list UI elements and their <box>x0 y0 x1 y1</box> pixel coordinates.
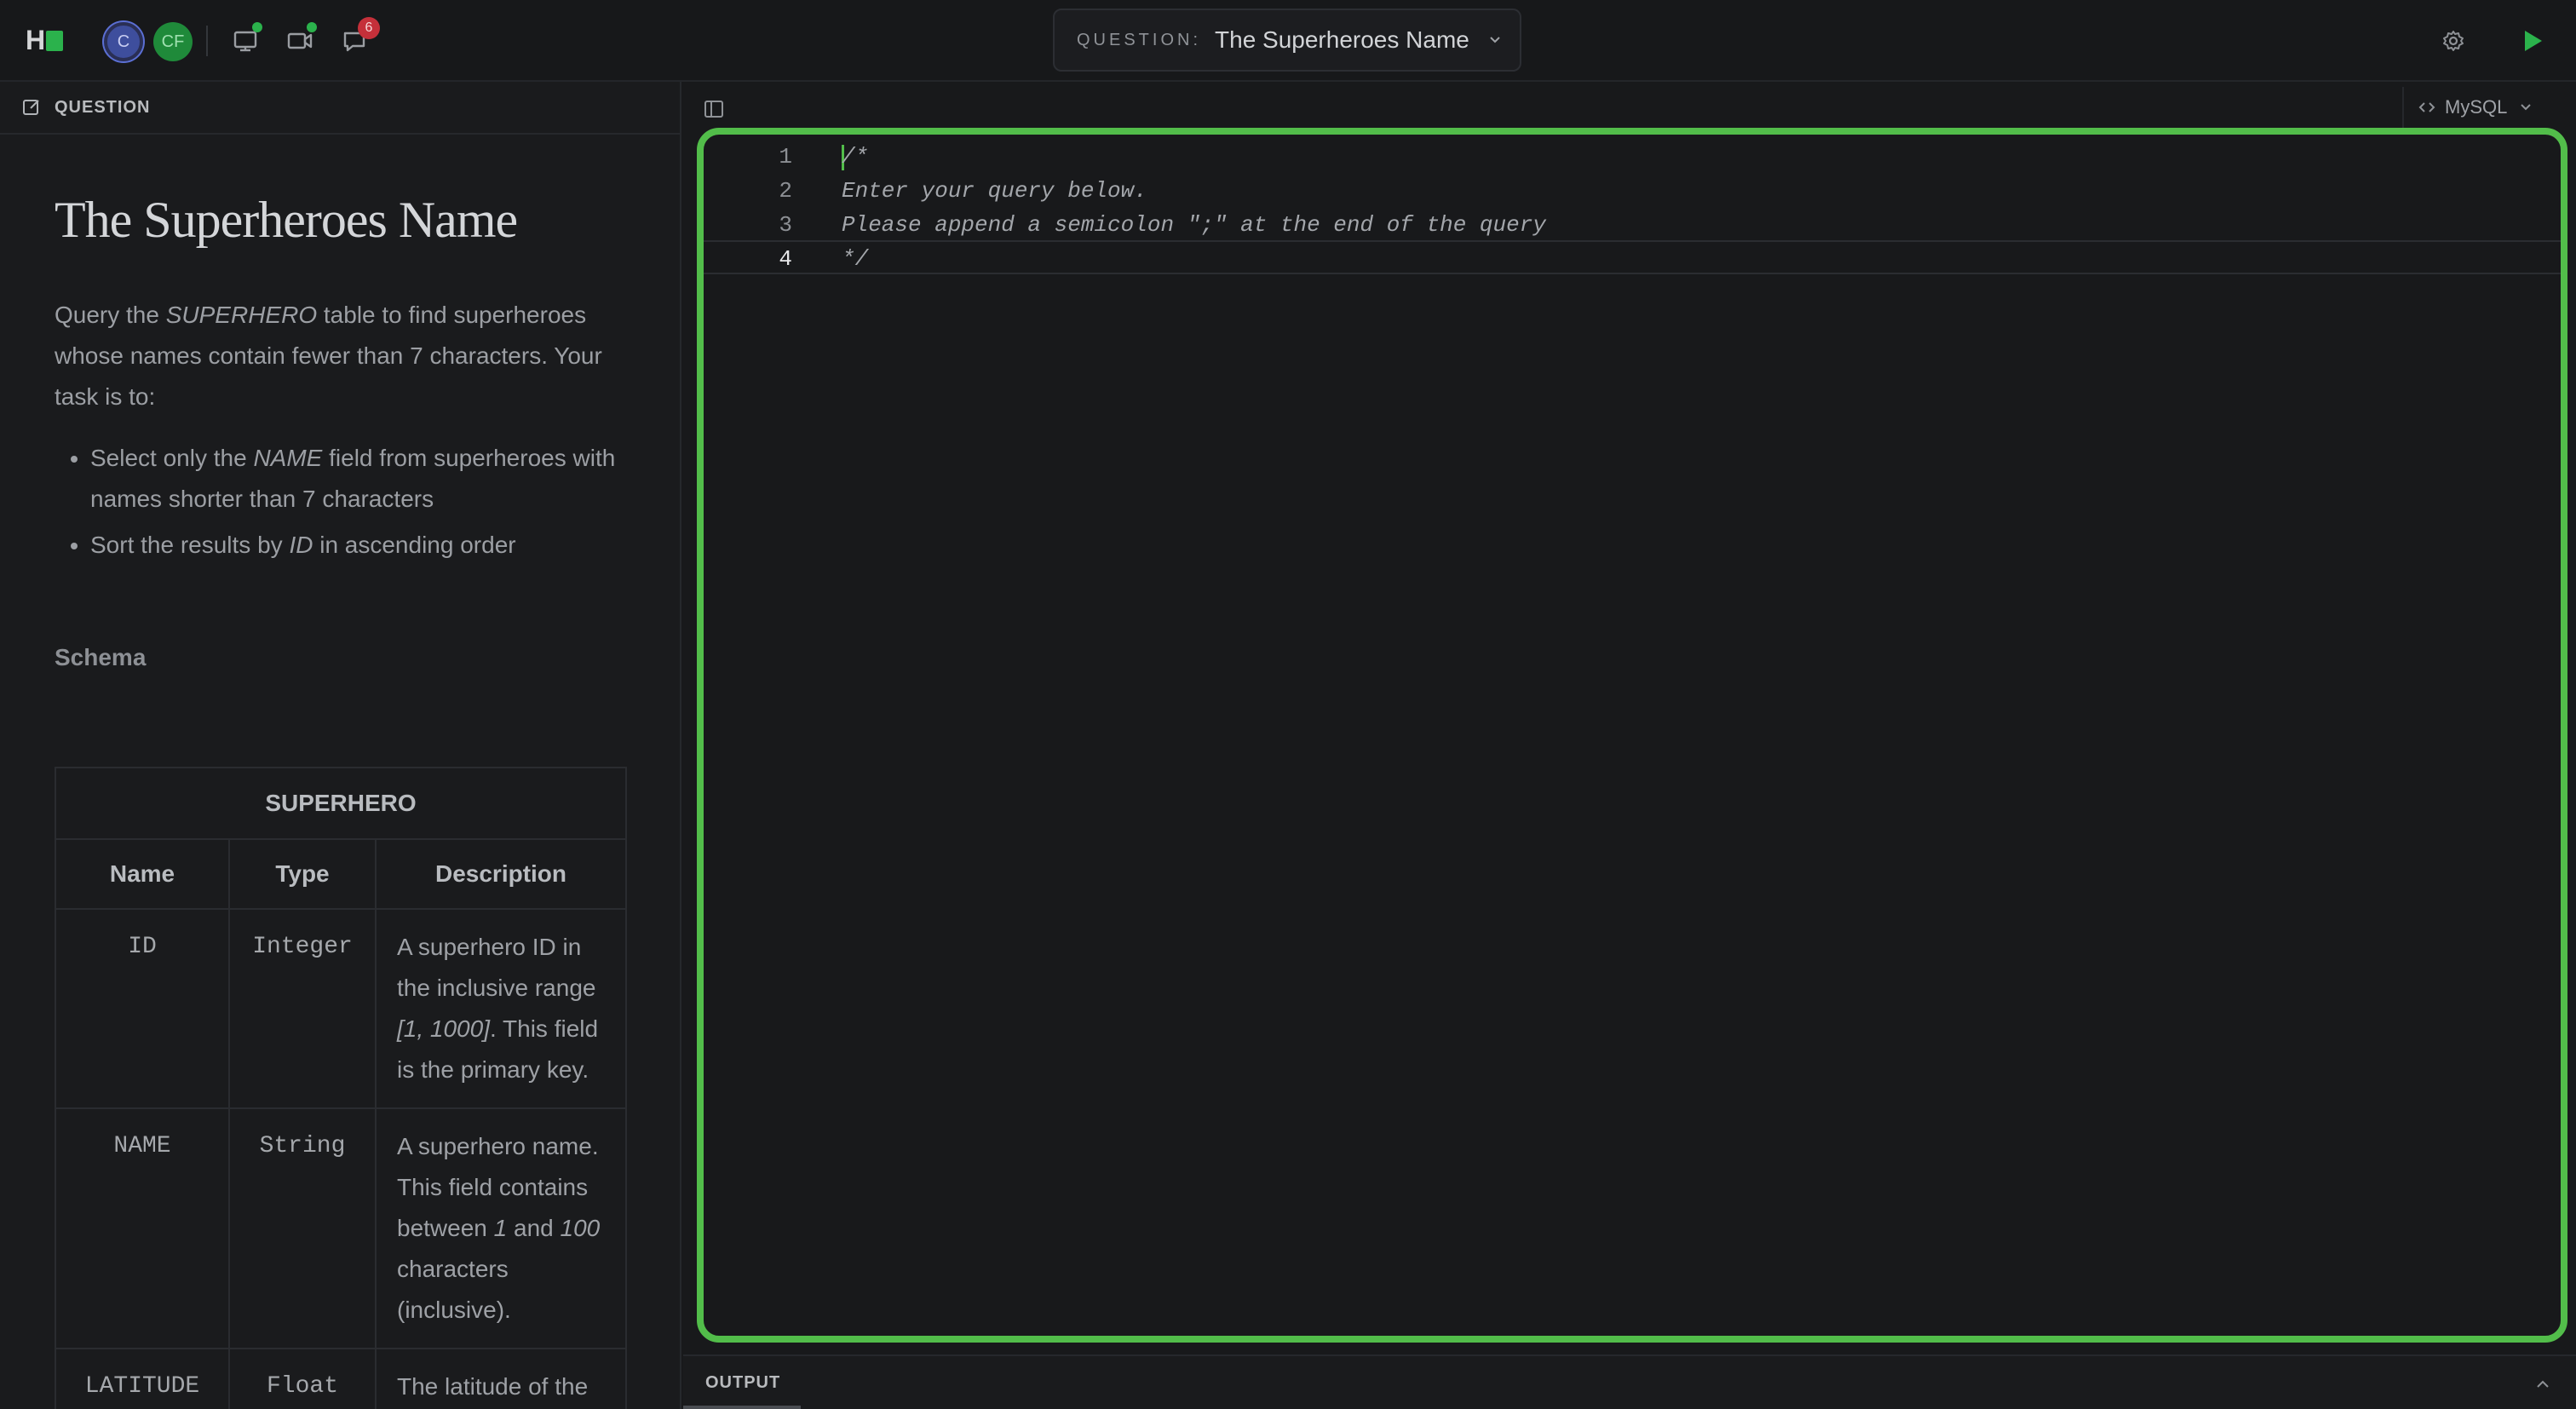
status-dot <box>307 22 317 32</box>
code-line[interactable]: 3 Please append a semicolon ";" at the e… <box>704 208 2561 242</box>
field-name: ID <box>55 908 230 1109</box>
output-panel: OUTPUT <box>683 1354 2576 1409</box>
line-number: 2 <box>779 178 792 204</box>
field-description: A superhero ID in the inclusive range [1… <box>375 908 627 1109</box>
notification-badge: 6 <box>358 17 380 39</box>
field-type: String <box>228 1107 377 1349</box>
logo-letter: H <box>26 25 46 55</box>
code-editor-panel: MySQL 1 /* 2 Enter your query below. 3 P… <box>683 82 2576 1354</box>
question-selector[interactable]: QUESTION: The Superheroes Name <box>1053 9 1521 72</box>
toolbar-divider <box>206 26 208 56</box>
schema-table: SUPERHERO Name Type Description ID Integ… <box>55 767 627 1409</box>
avatar[interactable]: C <box>104 22 143 61</box>
code-line[interactable]: 1 /* <box>704 140 2561 174</box>
question-panel: QUESTION The Superheroes Name Query the … <box>0 82 681 1409</box>
play-icon <box>2525 31 2542 51</box>
logo-square <box>46 31 63 51</box>
tab-indicator <box>683 1406 801 1409</box>
top-bar: H C CF 6 QUESTION: The Superheroes Name <box>0 0 2576 82</box>
schema-heading: Schema <box>55 644 147 670</box>
question-panel-label: QUESTION <box>55 97 151 117</box>
column-header: Name <box>55 838 230 910</box>
tab-output[interactable]: OUTPUT <box>705 1373 780 1393</box>
run-button[interactable] <box>2511 20 2552 61</box>
code-line-active[interactable]: 4 */ <box>704 240 2561 274</box>
field-type: Integer <box>228 908 377 1109</box>
code-text: /* <box>842 144 869 170</box>
code-text: */ <box>842 246 869 272</box>
chat-icon[interactable]: 6 <box>337 17 380 58</box>
desc-text: Query the <box>55 302 166 328</box>
code-text: Please append a semicolon ";" at the end… <box>842 212 1546 238</box>
video-icon[interactable] <box>283 22 317 58</box>
question-value: The Superheroes Name <box>1215 26 1469 53</box>
desc-table-name: SUPERHERO <box>165 302 318 328</box>
field-description: A superhero name. This field contains be… <box>375 1107 627 1349</box>
table-row: LATITUDE Float The latitude of the <box>55 1348 627 1409</box>
question-description: Query the SUPERHERO table to find superh… <box>55 295 634 417</box>
column-header: Description <box>375 838 627 910</box>
sidebar-toggle-icon[interactable] <box>702 97 726 121</box>
question-panel-header: QUESTION <box>0 82 680 135</box>
code-icon <box>2418 102 2435 112</box>
gear-icon[interactable] <box>2436 24 2470 58</box>
edit-icon <box>23 100 39 115</box>
field-name: LATITUDE <box>55 1348 230 1409</box>
page-title: The Superheroes Name <box>55 192 518 248</box>
field-name: NAME <box>55 1107 230 1349</box>
editor-toolbar: MySQL <box>683 82 2576 135</box>
task-list: Select only the NAME field from superher… <box>90 438 644 571</box>
chevron-up-icon[interactable] <box>2533 1375 2552 1394</box>
line-number: 1 <box>779 144 792 170</box>
status-dot <box>252 22 262 32</box>
code-text: Enter your query below. <box>842 178 1147 204</box>
line-number: 4 <box>779 246 792 272</box>
line-number: 3 <box>779 212 792 238</box>
chevron-down-icon <box>1490 37 1500 43</box>
language-selector[interactable]: MySQL <box>2402 87 2564 128</box>
table-row: NAME String A superhero name. This field… <box>55 1107 627 1349</box>
avatar[interactable]: CF <box>153 22 193 61</box>
table-title: SUPERHERO <box>55 767 627 840</box>
field-type: Float <box>228 1348 377 1409</box>
question-label: QUESTION: <box>1077 30 1202 49</box>
screen-share-icon[interactable] <box>228 22 262 58</box>
table-header-row: Name Type Description <box>55 838 627 910</box>
language-value: MySQL <box>2445 96 2508 118</box>
field-description: The latitude of the <box>375 1348 627 1409</box>
chevron-down-icon <box>2521 104 2532 111</box>
table-row: ID Integer A superhero ID in the inclusi… <box>55 908 627 1109</box>
code-editor[interactable]: 1 /* 2 Enter your query below. 3 Please … <box>697 128 2567 1343</box>
code-line[interactable]: 2 Enter your query below. <box>704 174 2561 208</box>
app-logo[interactable]: H <box>26 26 63 55</box>
list-item: Sort the results by ID in ascending orde… <box>90 525 644 566</box>
column-header: Type <box>228 838 377 910</box>
list-item: Select only the NAME field from superher… <box>90 438 644 520</box>
